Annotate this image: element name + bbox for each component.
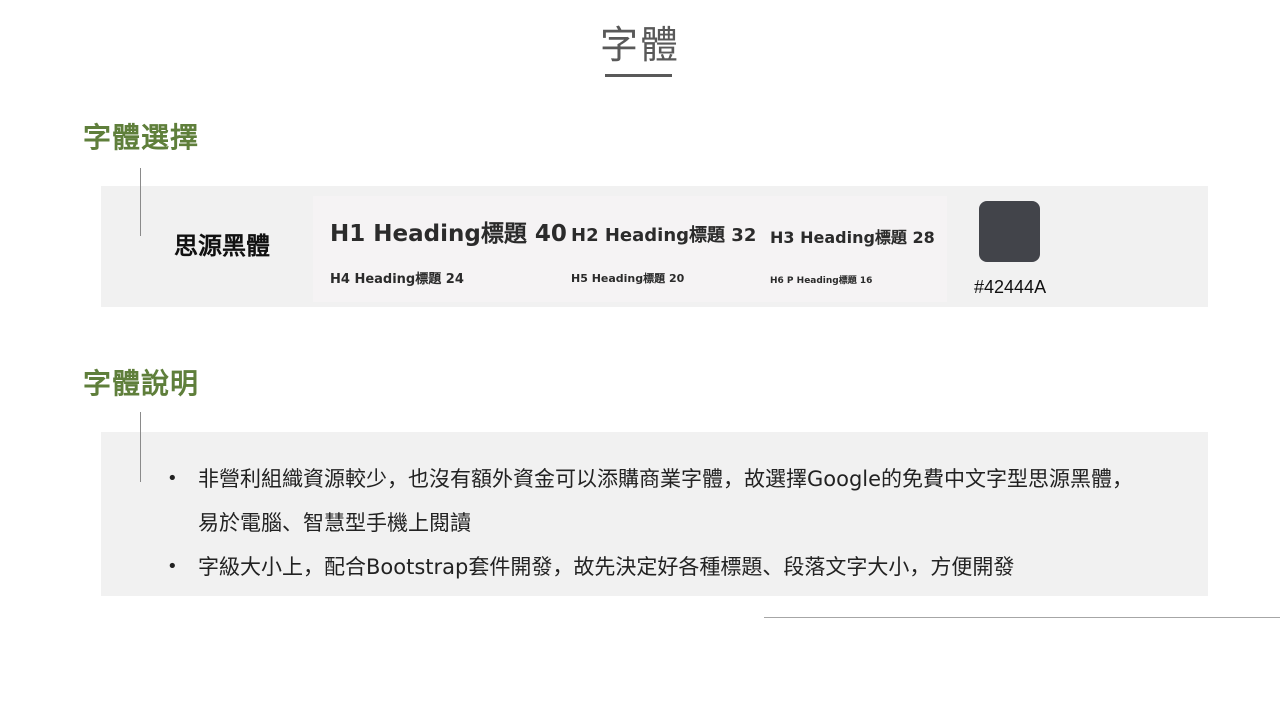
font-description-heading: 字體說明 xyxy=(83,367,200,400)
sample-h3: H3 Heading標題 28 xyxy=(770,228,935,247)
sample-h1: H1 Heading標題 40 xyxy=(330,221,567,247)
list-item: • 字級大小上，配合Bootstrap套件開發，故先決定好各種標題、段落文字大小… xyxy=(165,545,1145,589)
font-name: 思源黑體 xyxy=(174,232,270,260)
footer-divider xyxy=(764,617,1280,618)
page-title: 字體 xyxy=(599,23,680,67)
sample-h4: H4 Heading標題 24 xyxy=(330,272,464,287)
title-underline xyxy=(605,74,672,77)
list-item-text: 字級大小上，配合Bootstrap套件開發，故先決定好各種標題、段落文字大小，方… xyxy=(198,555,1015,579)
description-list: • 非營利組織資源較少，也沒有額外資金可以添購商業字體，故選擇Google的免費… xyxy=(165,457,1145,589)
sample-h6: H6 P Heading標題 16 xyxy=(770,276,873,286)
sample-h5: H5 Heading標題 20 xyxy=(571,272,685,285)
sample-h2: H2 Heading標題 32 xyxy=(571,225,757,246)
font-selection-heading: 字體選擇 xyxy=(83,121,200,154)
bullet-icon: • xyxy=(167,468,178,489)
color-swatch-label: #42444A xyxy=(974,277,1047,297)
bullet-icon: • xyxy=(167,556,178,577)
list-item-text: 非營利組織資源較少，也沒有額外資金可以添購商業字體，故選擇Google的免費中文… xyxy=(198,467,1134,535)
font-description-connector xyxy=(140,412,141,482)
color-swatch xyxy=(979,201,1040,262)
list-item: • 非營利組織資源較少，也沒有額外資金可以添購商業字體，故選擇Google的免費… xyxy=(165,457,1145,545)
font-selection-connector xyxy=(140,168,141,236)
